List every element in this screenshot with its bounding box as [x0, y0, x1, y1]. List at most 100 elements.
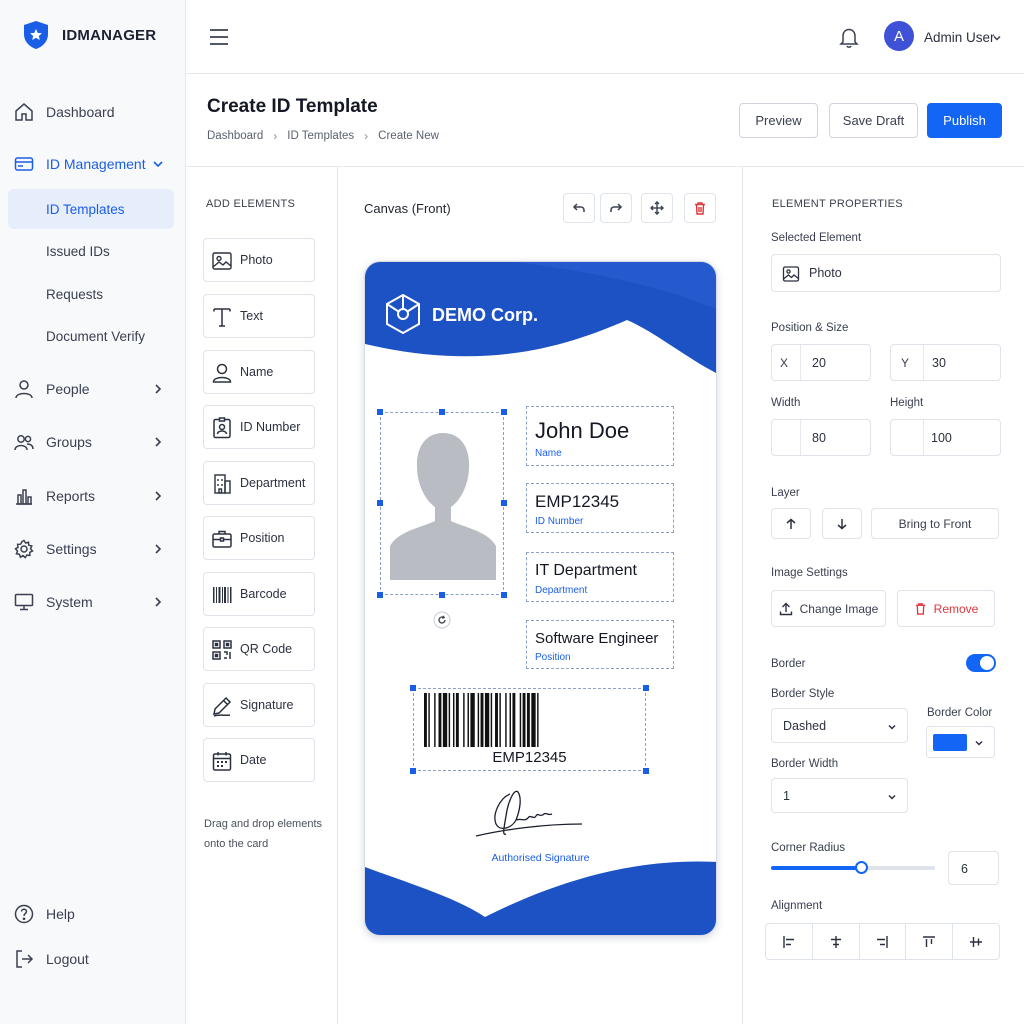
brand-name: IDMANAGER	[62, 26, 157, 44]
chevron-right-icon	[155, 544, 162, 554]
id-card-icon	[14, 157, 34, 171]
element-tile-barcode[interactable]: Barcode	[203, 572, 315, 616]
sidebar-item-label: Reports	[46, 488, 96, 504]
sidebar-item-id-management[interactable]: ID Management	[8, 143, 174, 185]
align-top-button[interactable]	[906, 924, 954, 959]
brand[interactable]: IDMANAGER	[22, 20, 156, 50]
resize-handle[interactable]	[643, 685, 649, 691]
barcode-bar	[438, 693, 442, 747]
resize-handle[interactable]	[501, 409, 507, 415]
sidebar-item-groups[interactable]: Groups	[8, 421, 174, 463]
layer-down-button[interactable]	[822, 508, 862, 539]
corner-radius-input[interactable]: 6	[948, 851, 999, 885]
element-tile-department[interactable]: Department	[203, 461, 315, 505]
border-style-label: Border Style	[771, 688, 835, 700]
distribute-vertical-button[interactable]	[953, 924, 999, 959]
resize-handle[interactable]	[439, 409, 445, 415]
resize-handle[interactable]	[643, 768, 649, 774]
resize-handle[interactable]	[501, 500, 507, 506]
border-style-select[interactable]: Dashed	[771, 708, 908, 743]
barcode-bar	[448, 693, 451, 747]
input-divider	[923, 420, 924, 455]
element-tile-date[interactable]: Date	[203, 738, 315, 782]
x-input[interactable]: X 20	[771, 344, 871, 381]
card-barcode-element[interactable]: EMP12345	[413, 688, 646, 771]
move-button[interactable]	[641, 193, 673, 223]
element-tile-text[interactable]: Text	[203, 294, 315, 338]
element-tile-name[interactable]: Name	[203, 350, 315, 394]
bell-icon[interactable]	[839, 27, 859, 49]
width-input[interactable]: 80	[771, 419, 871, 456]
chevron-right-icon	[155, 384, 162, 394]
sidebar-item-people[interactable]: People	[8, 368, 174, 410]
card-field-name[interactable]: John Doe Name	[526, 406, 674, 466]
change-image-button[interactable]: Change Image	[771, 590, 886, 627]
align-left-button[interactable]	[766, 924, 813, 959]
resize-handle[interactable]	[410, 768, 416, 774]
sidebar-subitem-requests[interactable]: Requests	[8, 274, 174, 314]
sidebar-subitem-issued-ids[interactable]: Issued IDs	[8, 231, 174, 271]
corner-radius-slider[interactable]	[771, 861, 935, 874]
element-tile-id-number[interactable]: ID Number	[203, 405, 315, 449]
element-tile-position[interactable]: Position	[203, 516, 315, 560]
hamburger-menu-icon[interactable]	[209, 28, 229, 46]
card-field-position[interactable]: Software Engineer Position	[526, 620, 674, 669]
sidebar-item-label: Settings	[46, 541, 97, 557]
height-input[interactable]: 100	[890, 419, 1001, 456]
selected-element-value: Photo	[809, 266, 842, 280]
card-photo-element[interactable]	[380, 412, 504, 595]
preview-button[interactable]: Preview	[739, 103, 818, 138]
rotate-handle-icon[interactable]	[433, 611, 451, 629]
card-field-id-number[interactable]: EMP12345 ID Number	[526, 483, 674, 533]
resize-handle[interactable]	[410, 685, 416, 691]
border-toggle[interactable]	[966, 654, 996, 672]
sidebar-item-dashboard[interactable]: Dashboard	[8, 91, 174, 133]
element-tile-label: Name	[240, 365, 274, 379]
resize-handle[interactable]	[501, 592, 507, 598]
users-icon	[14, 435, 34, 451]
element-tile-photo[interactable]: Photo	[203, 238, 315, 282]
layer-up-button[interactable]	[771, 508, 811, 539]
sidebar-item-system[interactable]: System	[8, 581, 174, 623]
sidebar-item-logout[interactable]: Logout	[8, 938, 174, 980]
selected-element-label: Selected Element	[771, 232, 862, 244]
element-tile-qr-code[interactable]: QR Code	[203, 627, 315, 671]
delete-button[interactable]	[684, 193, 716, 223]
y-input[interactable]: Y 30	[890, 344, 1001, 381]
card-field-department[interactable]: IT Department Department	[526, 552, 674, 602]
resize-handle[interactable]	[439, 592, 445, 598]
user-name[interactable]: Admin User	[924, 30, 995, 45]
alignment-group	[765, 923, 1000, 960]
border-color-picker[interactable]	[926, 726, 995, 758]
border-width-select[interactable]: 1	[771, 778, 908, 813]
chevron-right-icon	[155, 597, 162, 607]
sidebar-item-help[interactable]: Help	[8, 893, 174, 935]
selected-element-field[interactable]: Photo	[771, 254, 1001, 292]
save-draft-button[interactable]: Save Draft	[829, 103, 918, 138]
input-divider	[800, 420, 801, 455]
align-right-button[interactable]	[860, 924, 907, 959]
breadcrumb-item-id-templates[interactable]: ID Templates	[287, 130, 354, 142]
publish-button[interactable]: Publish	[927, 103, 1002, 138]
resize-handle[interactable]	[377, 592, 383, 598]
undo-button[interactable]	[563, 193, 595, 223]
chevron-down-icon[interactable]	[992, 33, 1002, 43]
sidebar-subitem-id-templates[interactable]: ID Templates	[8, 189, 174, 229]
sidebar-subitem-document-verify[interactable]: Document Verify	[8, 316, 174, 356]
redo-button[interactable]	[600, 193, 632, 223]
avatar[interactable]: A	[884, 21, 914, 51]
resize-handle[interactable]	[377, 500, 383, 506]
sidebar-item-reports[interactable]: Reports	[8, 475, 174, 517]
bring-to-front-button[interactable]: Bring to Front	[871, 508, 999, 539]
barcode-bar	[424, 693, 427, 747]
align-center-button[interactable]	[813, 924, 860, 959]
element-tile-signature[interactable]: Signature	[203, 683, 315, 727]
sidebar-item-settings[interactable]: Settings	[8, 528, 174, 570]
resize-handle[interactable]	[377, 409, 383, 415]
remove-button[interactable]: Remove	[897, 590, 995, 627]
breadcrumb-item-dashboard[interactable]: Dashboard	[207, 130, 263, 142]
chevron-down-icon	[153, 161, 163, 168]
photo-placeholder-icon	[390, 433, 496, 580]
building-icon	[214, 474, 231, 494]
sidebar-item-label: People	[46, 381, 90, 397]
